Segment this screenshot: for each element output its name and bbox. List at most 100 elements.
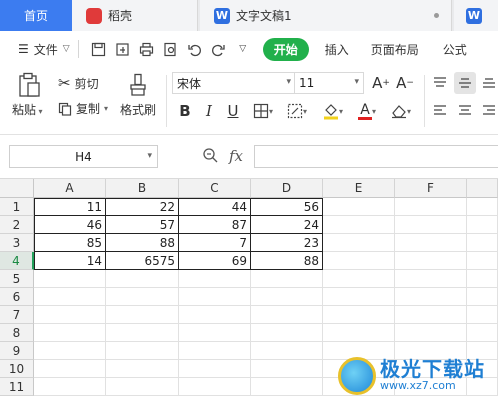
- table-cell[interactable]: [467, 288, 498, 306]
- table-cell[interactable]: [395, 306, 467, 324]
- table-cell[interactable]: [179, 360, 251, 378]
- row-header[interactable]: 9: [0, 342, 34, 360]
- bold-button[interactable]: B: [175, 100, 195, 122]
- print-preview-icon[interactable]: [162, 40, 180, 58]
- table-cell[interactable]: [179, 288, 251, 306]
- table-cell[interactable]: [251, 270, 323, 288]
- table-cell[interactable]: 57: [106, 216, 179, 234]
- table-cell[interactable]: 85: [34, 234, 106, 252]
- table-cell[interactable]: [251, 324, 323, 342]
- row-header[interactable]: 5: [0, 270, 34, 288]
- row-header[interactable]: 10: [0, 360, 34, 378]
- table-cell[interactable]: [179, 342, 251, 360]
- select-all-corner[interactable]: [0, 179, 34, 198]
- table-cell[interactable]: [467, 306, 498, 324]
- formula-input[interactable]: [254, 145, 498, 168]
- table-cell[interactable]: [323, 306, 395, 324]
- cut-button[interactable]: ✂ 剪切: [58, 74, 99, 92]
- tab-next[interactable]: W: [454, 0, 498, 31]
- table-cell[interactable]: [179, 324, 251, 342]
- table-cell[interactable]: [395, 216, 467, 234]
- table-cell[interactable]: 56: [251, 198, 323, 216]
- align-left-button[interactable]: [430, 100, 450, 122]
- table-cell[interactable]: [106, 324, 179, 342]
- column-header[interactable]: D: [251, 179, 323, 198]
- table-cell[interactable]: [34, 306, 106, 324]
- align-center-button[interactable]: [454, 100, 476, 122]
- save-icon[interactable]: [90, 40, 108, 58]
- table-cell[interactable]: [323, 252, 395, 270]
- table-cell[interactable]: [106, 270, 179, 288]
- font-color-button[interactable]: A ▾: [352, 100, 382, 122]
- table-cell[interactable]: 22: [106, 198, 179, 216]
- table-cell[interactable]: [467, 216, 498, 234]
- file-menu[interactable]: ☰ 文件 ▽: [0, 41, 70, 58]
- table-cell[interactable]: [106, 306, 179, 324]
- table-cell[interactable]: [34, 288, 106, 306]
- table-cell[interactable]: [395, 198, 467, 216]
- fill-color-button[interactable]: ▾: [318, 100, 348, 122]
- table-cell[interactable]: [395, 234, 467, 252]
- row-header[interactable]: 1: [0, 198, 34, 216]
- table-cell[interactable]: [251, 306, 323, 324]
- shrink-font-button[interactable]: A −: [394, 72, 416, 94]
- align-bottom-button[interactable]: [480, 72, 498, 94]
- export-icon[interactable]: [114, 40, 132, 58]
- column-header[interactable]: A: [34, 179, 106, 198]
- cell-style-button[interactable]: ▾: [282, 100, 312, 122]
- column-header[interactable]: B: [106, 179, 179, 198]
- paste-button[interactable]: [12, 71, 48, 99]
- table-cell[interactable]: [467, 234, 498, 252]
- row-header[interactable]: 8: [0, 324, 34, 342]
- column-header[interactable]: F: [395, 179, 467, 198]
- table-cell[interactable]: 7: [179, 234, 251, 252]
- font-name-select[interactable]: 宋体 ▾: [172, 72, 296, 94]
- table-cell[interactable]: [323, 234, 395, 252]
- tab-home[interactable]: 首页: [0, 0, 72, 31]
- row-header[interactable]: 3: [0, 234, 34, 252]
- format-painter-button[interactable]: [124, 71, 152, 99]
- tab-page-layout[interactable]: 页面布局: [371, 41, 419, 58]
- table-cell[interactable]: 6575: [106, 252, 179, 270]
- column-header[interactable]: [467, 179, 498, 198]
- border-button[interactable]: ▾: [248, 100, 278, 122]
- table-cell[interactable]: [34, 270, 106, 288]
- table-cell[interactable]: [106, 378, 179, 396]
- table-cell[interactable]: 69: [179, 252, 251, 270]
- table-cell[interactable]: [34, 342, 106, 360]
- format-painter-label[interactable]: 格式刷: [120, 101, 156, 118]
- table-cell[interactable]: [323, 216, 395, 234]
- table-cell[interactable]: [323, 324, 395, 342]
- table-cell[interactable]: [251, 342, 323, 360]
- tab-formula[interactable]: 公式: [443, 41, 467, 58]
- table-cell[interactable]: [106, 288, 179, 306]
- print-icon[interactable]: [138, 40, 156, 58]
- table-cell[interactable]: 44: [179, 198, 251, 216]
- table-cell[interactable]: 24: [251, 216, 323, 234]
- table-cell[interactable]: [467, 270, 498, 288]
- row-header[interactable]: 4: [0, 252, 34, 270]
- align-top-button[interactable]: [430, 72, 450, 94]
- table-cell[interactable]: [179, 270, 251, 288]
- table-cell[interactable]: [323, 270, 395, 288]
- column-header[interactable]: C: [179, 179, 251, 198]
- table-cell[interactable]: [34, 360, 106, 378]
- table-cell[interactable]: [467, 252, 498, 270]
- table-cell[interactable]: 23: [251, 234, 323, 252]
- font-size-select[interactable]: 11 ▾: [294, 72, 364, 94]
- tab-daoke[interactable]: 稻壳: [72, 0, 198, 31]
- zoom-search-icon[interactable]: [202, 147, 219, 167]
- row-header[interactable]: 11: [0, 378, 34, 396]
- underline-button[interactable]: U: [223, 100, 243, 122]
- row-header[interactable]: 2: [0, 216, 34, 234]
- copy-button[interactable]: 复制 ▾: [58, 100, 108, 117]
- italic-button[interactable]: I: [199, 100, 219, 122]
- table-cell[interactable]: [467, 198, 498, 216]
- customize-toolbar-icon[interactable]: ▽: [234, 40, 252, 58]
- clear-format-button[interactable]: ▾: [386, 100, 416, 122]
- align-middle-button[interactable]: [454, 72, 476, 94]
- table-cell[interactable]: 88: [251, 252, 323, 270]
- table-cell[interactable]: [106, 342, 179, 360]
- table-cell[interactable]: [395, 270, 467, 288]
- paste-label[interactable]: 粘贴 ▾: [12, 101, 43, 118]
